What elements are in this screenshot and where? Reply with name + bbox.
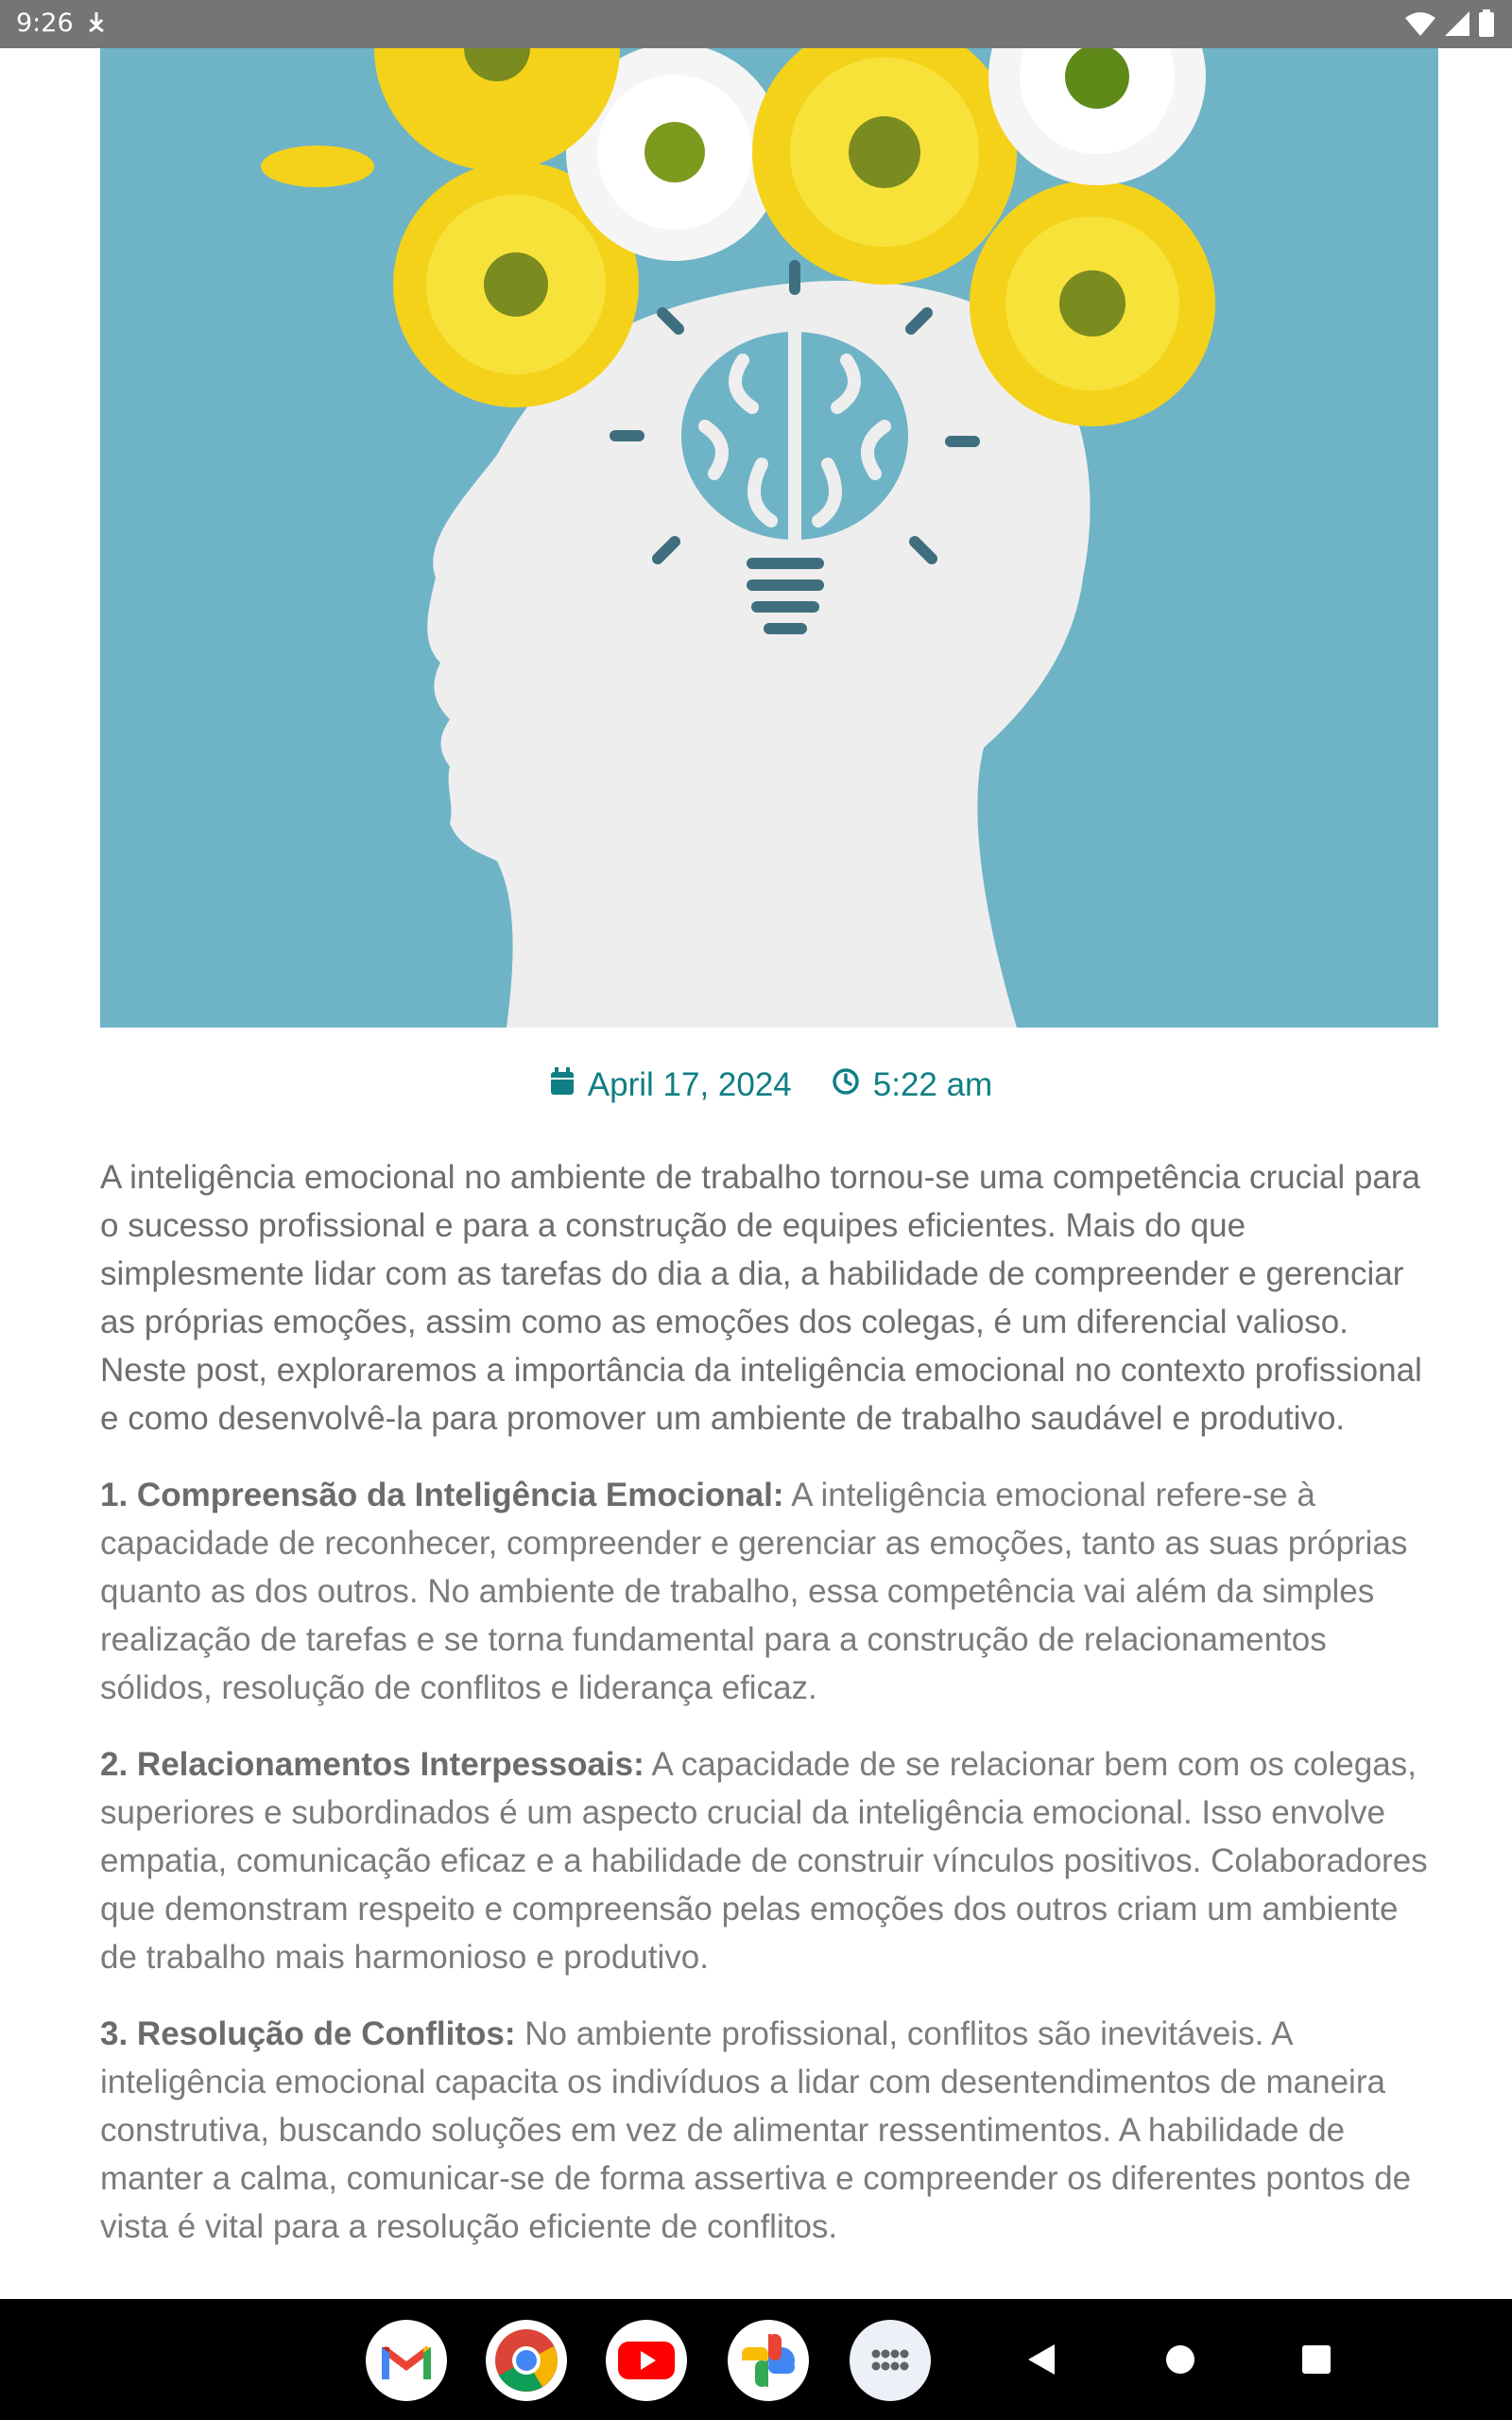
recents-icon[interactable] (1301, 2344, 1332, 2379)
calendar-icon (550, 1066, 575, 1104)
post-time-text: 5:22 am (872, 1066, 993, 1103)
post-date: April 17, 2024 (550, 1066, 792, 1104)
wifi-icon (1404, 10, 1436, 41)
status-time: 9:26 (16, 9, 74, 38)
status-bar: 9:26 (0, 0, 1512, 48)
gmail-icon[interactable] (366, 2320, 447, 2401)
section-heading: 3. Resolução de Conflitos: (100, 2015, 516, 2052)
back-icon[interactable] (1026, 2342, 1058, 2381)
clock-icon (832, 1066, 860, 1104)
navigation-bar (0, 2299, 1512, 2420)
signal-icon (1444, 10, 1470, 41)
home-icon[interactable] (1164, 2343, 1196, 2380)
article-section: 3. Resolução de Conflitos: No ambiente p… (100, 2010, 1442, 2251)
section-heading: 2. Relacionamentos Interpessoais: (100, 1746, 644, 1783)
chrome-icon[interactable] (486, 2320, 567, 2401)
article-body: A inteligência emocional no ambiente de … (100, 1153, 1442, 2279)
app-drawer-icon[interactable] (850, 2320, 931, 2401)
photos-icon[interactable] (728, 2320, 809, 2401)
section-heading: 1. Compreensão da Inteligência Emocional… (100, 1477, 784, 1513)
battery-icon (1478, 9, 1495, 42)
hero-image (100, 48, 1438, 1028)
youtube-icon[interactable] (606, 2320, 687, 2401)
article-intro: A inteligência emocional no ambiente de … (100, 1159, 1422, 1437)
post-time: 5:22 am (832, 1066, 992, 1104)
article-section: 2. Relacionamentos Interpessoais: A capa… (100, 1740, 1442, 1981)
post-date-text: April 17, 2024 (587, 1066, 792, 1103)
post-meta: April 17, 2024 5:22 am (0, 1066, 1512, 1104)
download-icon (87, 10, 106, 39)
article-section: 1. Compreensão da Inteligência Emocional… (100, 1471, 1442, 1712)
